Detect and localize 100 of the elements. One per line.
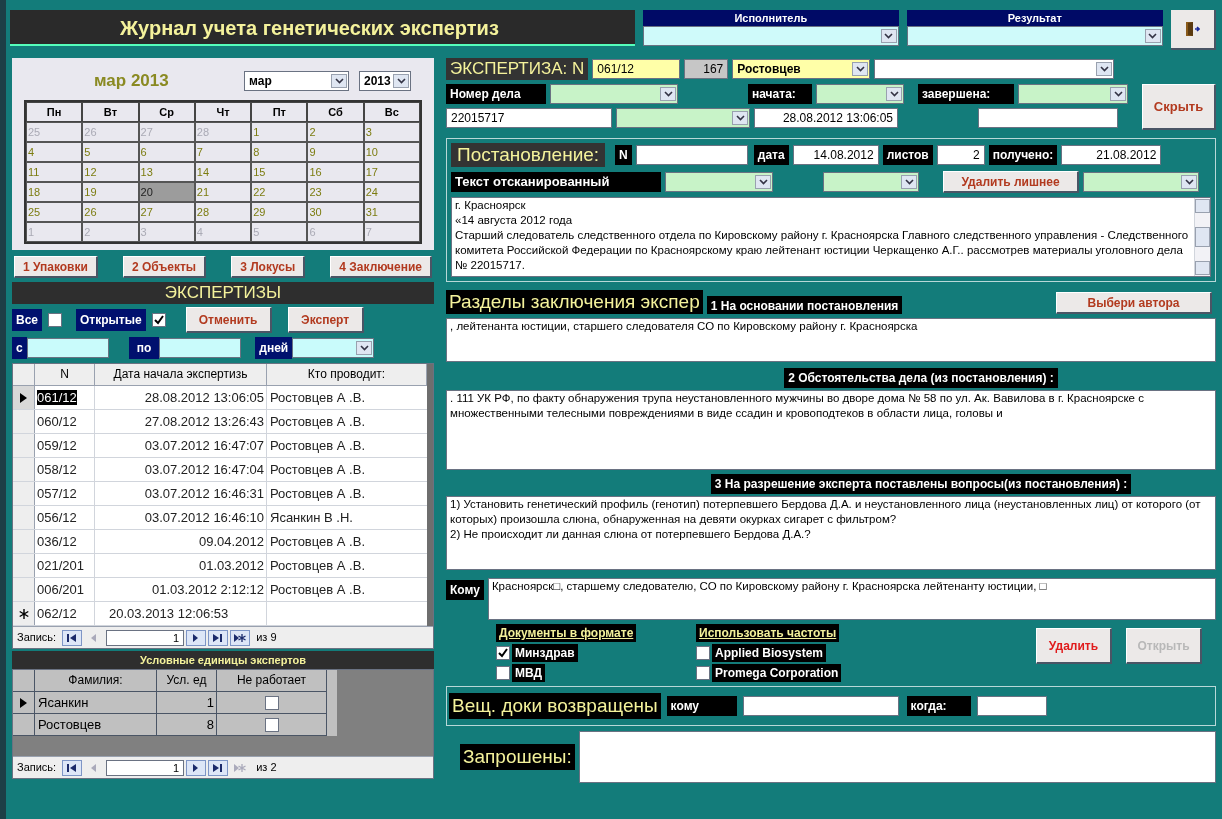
table-cell[interactable]: 28.08.2012 13:06:05 bbox=[95, 386, 267, 409]
calendar-day[interactable]: 10 bbox=[363, 142, 420, 162]
dropdown-field[interactable] bbox=[906, 26, 1163, 46]
table-cell[interactable]: 03.07.2012 16:46:31 bbox=[95, 482, 267, 505]
dropdown-field[interactable] bbox=[1018, 84, 1128, 104]
column-header[interactable]: Дата начала экспертизь bbox=[95, 364, 267, 386]
calendar-day[interactable]: 26 bbox=[82, 202, 139, 222]
text-field[interactable] bbox=[742, 696, 899, 716]
calendar-day[interactable]: 30 bbox=[307, 202, 364, 222]
record-number-field[interactable]: 1 bbox=[106, 759, 185, 776]
calendar-day[interactable]: 11 bbox=[26, 162, 83, 182]
calendar-day[interactable]: 6 bbox=[138, 142, 195, 162]
table-cell[interactable]: 27.08.2012 13:26:43 bbox=[95, 410, 267, 433]
text-field[interactable]: 2 bbox=[936, 145, 985, 165]
dropdown-field[interactable] bbox=[665, 172, 773, 192]
table-cell[interactable]: 061/12 bbox=[37, 390, 77, 405]
calendar-day[interactable]: 13 bbox=[138, 162, 195, 182]
calendar-day[interactable]: 18 bbox=[26, 182, 83, 202]
next-record-icon[interactable] bbox=[186, 629, 207, 646]
column-header[interactable]: N bbox=[35, 364, 95, 386]
checkbox[interactable] bbox=[696, 666, 710, 680]
calendar-day[interactable]: 22 bbox=[251, 182, 308, 202]
dropdown-field[interactable] bbox=[642, 26, 899, 46]
checkbox[interactable] bbox=[151, 313, 166, 327]
text-field[interactable] bbox=[159, 338, 242, 358]
dropdown-field[interactable] bbox=[874, 59, 1115, 79]
form-button[interactable]: Удалить bbox=[1036, 628, 1112, 664]
table-cell[interactable]: 03.07.2012 16:46:10 bbox=[95, 506, 267, 529]
table-cell[interactable]: 057/12 bbox=[37, 486, 77, 501]
calendar-day[interactable]: 2 bbox=[307, 122, 364, 142]
text-area[interactable]: . 111 УК РФ, по факту обнаружения трупа неустановленного мужчины во дворе дома № 58 по ул. Ак. Вавилова в г. Красноярске с множественными телесными повреждениями в виде ссадин и кровоподтеков в области лица, головы и bbox=[446, 390, 1216, 470]
row-selector[interactable] bbox=[13, 602, 35, 625]
table-cell[interactable]: 021/201 bbox=[37, 558, 84, 573]
form-button[interactable]: 4 Заключение bbox=[330, 256, 432, 278]
table-cell[interactable]: 060/12 bbox=[37, 414, 77, 429]
form-button[interactable]: 1 Упаковки bbox=[14, 256, 98, 278]
calendar-day[interactable]: 9 bbox=[307, 142, 364, 162]
text-field[interactable] bbox=[578, 731, 1216, 783]
text-area[interactable]: , лейтенанта юстиции, старшего следователя СО по Кировскому району г. Красноярска bbox=[446, 318, 1216, 362]
checkbox[interactable] bbox=[496, 646, 510, 660]
checkbox[interactable] bbox=[264, 695, 279, 710]
dropdown-field[interactable] bbox=[292, 338, 375, 358]
dropdown-field[interactable] bbox=[1083, 172, 1199, 192]
table-cell[interactable]: 09.04.2012 bbox=[95, 530, 267, 553]
checkbox[interactable] bbox=[696, 646, 710, 660]
table-cell[interactable]: Ростовцев А .В. bbox=[267, 482, 427, 505]
calendar-day[interactable]: 8 bbox=[251, 142, 308, 162]
new-record-icon[interactable] bbox=[230, 629, 251, 646]
table-cell[interactable]: 01.03.2012 bbox=[95, 554, 267, 577]
text-field[interactable] bbox=[978, 108, 1118, 128]
dropdown-field[interactable] bbox=[616, 108, 750, 128]
calendar-day[interactable]: 1 bbox=[251, 122, 308, 142]
table-cell[interactable]: 062/12 bbox=[37, 606, 77, 621]
calendar-day[interactable]: 15 bbox=[251, 162, 308, 182]
calendar-day[interactable]: 27 bbox=[138, 202, 195, 222]
calendar-day[interactable]: 28 bbox=[194, 202, 252, 222]
table-cell[interactable]: Ясанкин В .Н. bbox=[267, 506, 427, 529]
calendar-day[interactable]: 23 bbox=[307, 182, 364, 202]
table-cell[interactable]: 01.03.2012 2:12:12 bbox=[95, 578, 267, 601]
table-cell[interactable]: 8 bbox=[157, 714, 217, 736]
calendar-day[interactable]: 17 bbox=[363, 162, 420, 182]
calendar-day[interactable]: 3 bbox=[363, 122, 420, 142]
calendar-day[interactable]: 14 bbox=[194, 162, 252, 182]
text-field[interactable]: 061/12 bbox=[592, 59, 681, 79]
text-field[interactable]: 167 bbox=[684, 59, 729, 79]
table-cell[interactable]: Ростовцев А .В. bbox=[267, 410, 427, 433]
text-field[interactable]: 28.08.2012 13:06:05 bbox=[754, 108, 898, 128]
table-cell[interactable]: Ростовцев А .В. bbox=[267, 530, 427, 553]
checkbox[interactable] bbox=[48, 313, 62, 327]
dropdown-field[interactable] bbox=[550, 84, 678, 104]
table-cell[interactable]: Ростовцев А .В. bbox=[267, 434, 427, 457]
table-cell[interactable]: 03.07.2012 16:47:04 bbox=[95, 458, 267, 481]
table-cell[interactable]: 03.07.2012 16:47:07 bbox=[95, 434, 267, 457]
form-button[interactable]: Эксперт bbox=[287, 307, 364, 333]
calendar-day[interactable]: 16 bbox=[307, 162, 364, 182]
dropdown-field[interactable]: Ростовцев bbox=[732, 59, 871, 79]
last-record-icon[interactable] bbox=[208, 629, 229, 646]
table-cell[interactable]: 056/12 bbox=[37, 510, 77, 525]
first-record-icon[interactable] bbox=[62, 629, 83, 646]
form-button[interactable]: Скрыть bbox=[1142, 84, 1216, 130]
text-field[interactable] bbox=[26, 338, 109, 358]
calendar-day[interactable]: 25 bbox=[26, 202, 83, 222]
form-button[interactable]: Выбери автора bbox=[1056, 292, 1212, 314]
text-field[interactable] bbox=[635, 145, 748, 165]
dropdown-field[interactable]: 2013 bbox=[359, 71, 411, 91]
record-number-field[interactable]: 1 bbox=[106, 629, 185, 646]
text-area[interactable]: Красноярск□, старшему следователю, СО по Кировскому району г. Красноярска лейтенанту юстиции, □ bbox=[487, 578, 1216, 620]
dropdown-field[interactable]: мар bbox=[244, 71, 349, 91]
calendar-day[interactable]: 20 bbox=[138, 182, 195, 202]
checkbox[interactable] bbox=[264, 717, 279, 732]
table-cell[interactable]: 059/12 bbox=[37, 438, 77, 453]
form-button[interactable]: Удалить лишнее bbox=[943, 171, 1079, 193]
table-cell[interactable]: Ростовцев А .В. bbox=[267, 554, 427, 577]
column-header[interactable]: Кто проводит: bbox=[267, 364, 427, 386]
first-record-icon[interactable] bbox=[62, 759, 83, 776]
dropdown-field[interactable] bbox=[823, 172, 919, 192]
calendar-day[interactable]: 12 bbox=[82, 162, 139, 182]
text-area[interactable]: 1) Установить генетический профиль (генотип) потерпевшего Бердова Д.А. и неустановленного лица (неустановленных лиц) от которого (от которых) произошла слюна, обнаруженная на девяти окурках сигарет с фильтром? 2) Не происходит ли данная слюна от потерпевшего Бердова Д.А.? bbox=[446, 496, 1216, 570]
calendar-day[interactable]: 21 bbox=[194, 182, 252, 202]
table-cell[interactable]: 058/12 bbox=[37, 462, 77, 477]
